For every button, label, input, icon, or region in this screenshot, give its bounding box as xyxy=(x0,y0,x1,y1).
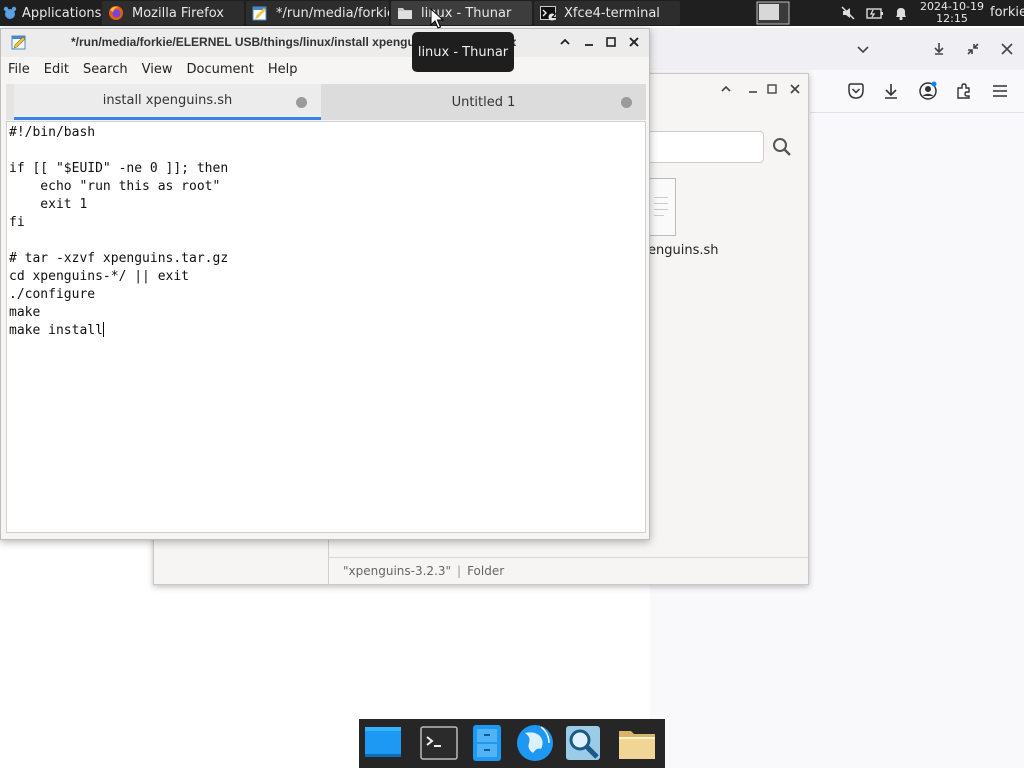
terminal-icon[interactable] xyxy=(419,723,459,763)
firefox-toolbar xyxy=(810,72,1024,113)
user-menu[interactable]: forkie xyxy=(990,5,1024,20)
status-selection: "xpenguins-3.2.3" xyxy=(343,564,452,578)
firefox-tab-strip xyxy=(650,28,1024,70)
folder-icon[interactable] xyxy=(617,723,657,763)
code-content: #!/bin/bash if [[ "$EUID" -ne 0 ]]; then… xyxy=(9,125,229,338)
task-firefox[interactable]: Mozilla Firefox xyxy=(102,1,244,25)
menu-edit[interactable]: Edit xyxy=(39,62,76,77)
applications-label: Applications xyxy=(22,5,102,21)
downloads-icon[interactable] xyxy=(881,81,901,101)
show-desktop-icon[interactable] xyxy=(363,723,403,763)
pocket-icon[interactable] xyxy=(846,81,866,101)
status-separator: | xyxy=(457,564,462,578)
mousepad-icon xyxy=(11,35,26,50)
app-finder-icon[interactable] xyxy=(563,723,603,763)
file-manager-icon[interactable] xyxy=(467,723,507,763)
task-label: */run/media/forkie/... xyxy=(276,5,389,21)
minimize-icon[interactable] xyxy=(929,39,949,59)
menu-help[interactable]: Help xyxy=(263,62,305,77)
thunar-minimize-icon[interactable] xyxy=(746,82,760,96)
folder-icon xyxy=(398,8,412,19)
xfce-logo-icon xyxy=(3,6,17,19)
dock xyxy=(359,719,665,768)
account-icon[interactable] xyxy=(918,81,938,101)
menu-bar: File Edit Search View Document Help xyxy=(1,57,649,81)
tooltip: linux - Thunar xyxy=(412,32,514,72)
battery-icon[interactable] xyxy=(866,5,884,21)
minimize-icon[interactable] xyxy=(582,35,596,49)
search-icon[interactable] xyxy=(772,137,792,157)
clock[interactable]: 2024-10-19 12:15 xyxy=(918,1,986,25)
restore-icon[interactable] xyxy=(963,39,983,59)
code-text[interactable]: #!/bin/bash if [[ "$EUID" -ne 0 ]]; then… xyxy=(9,124,228,340)
close-icon[interactable] xyxy=(997,39,1017,59)
tab-untitled-1[interactable]: Untitled 1 xyxy=(321,84,646,120)
thunar-restore-icon[interactable] xyxy=(765,82,779,96)
applications-menu-button[interactable]: Applications ⋮ xyxy=(2,1,118,25)
thunar-maximize-icon[interactable] xyxy=(719,82,733,96)
tab-label: install xpenguins.sh xyxy=(102,93,233,108)
tab-close-icon[interactable] xyxy=(296,97,307,108)
thunar-close-icon[interactable] xyxy=(788,82,802,96)
task-label: Xfce4-terminal xyxy=(564,5,660,21)
firefox-icon xyxy=(109,6,123,20)
list-all-tabs-icon[interactable] xyxy=(853,39,873,59)
file-icon[interactable] xyxy=(650,178,676,236)
task-thunar[interactable]: linux - Thunar xyxy=(391,1,532,25)
menu-hamburger-icon[interactable] xyxy=(990,81,1010,101)
task-terminal[interactable]: 2 Xfce4-terminal xyxy=(534,1,680,25)
extensions-icon[interactable] xyxy=(954,81,974,101)
tooltip-text: linux - Thunar xyxy=(417,44,509,60)
menu-view[interactable]: View xyxy=(137,62,180,77)
task-badge: 2 xyxy=(551,11,557,20)
mouse-pointer-icon xyxy=(430,8,444,29)
status-type: Folder xyxy=(467,564,505,578)
menu-search[interactable]: Search xyxy=(78,62,135,77)
clock-time: 12:15 xyxy=(936,12,968,25)
restore-icon[interactable] xyxy=(604,35,618,49)
text-caret xyxy=(102,322,104,337)
top-panel: Applications ⋮ Mozilla Firefox */run/med… xyxy=(0,0,1024,26)
tab-install-xpenguins[interactable]: install xpenguins.sh xyxy=(14,84,321,120)
thunar-location-entry[interactable] xyxy=(649,131,764,163)
task-mousepad[interactable]: */run/media/forkie/... xyxy=(246,1,389,25)
workspace-icon[interactable] xyxy=(756,1,790,25)
status-bar: "xpenguins-3.2.3" | Folder xyxy=(329,557,808,584)
file-name-label[interactable]: enguins.sh xyxy=(648,243,719,258)
close-icon[interactable] xyxy=(627,35,641,49)
notification-bell-icon[interactable] xyxy=(893,5,909,21)
tab-label: Untitled 1 xyxy=(451,94,516,110)
web-browser-icon[interactable] xyxy=(515,723,555,763)
menu-document[interactable]: Document xyxy=(181,62,260,77)
mute-icon[interactable] xyxy=(840,5,856,21)
mousepad-window: */run/media/forkie/ELERNEL USB/things/li… xyxy=(0,28,650,540)
title-bar[interactable]: */run/media/forkie/ELERNEL USB/things/li… xyxy=(1,29,649,57)
tab-close-icon[interactable] xyxy=(621,97,632,108)
menu-file[interactable]: File xyxy=(3,62,37,77)
maximize-icon[interactable] xyxy=(558,35,572,49)
mousepad-icon xyxy=(252,6,267,21)
task-label: Mozilla Firefox xyxy=(132,5,224,21)
tab-bar: install xpenguins.sh Untitled 1 xyxy=(6,84,646,120)
text-editor[interactable]: #!/bin/bash if [[ "$EUID" -ne 0 ]]; then… xyxy=(6,121,646,533)
